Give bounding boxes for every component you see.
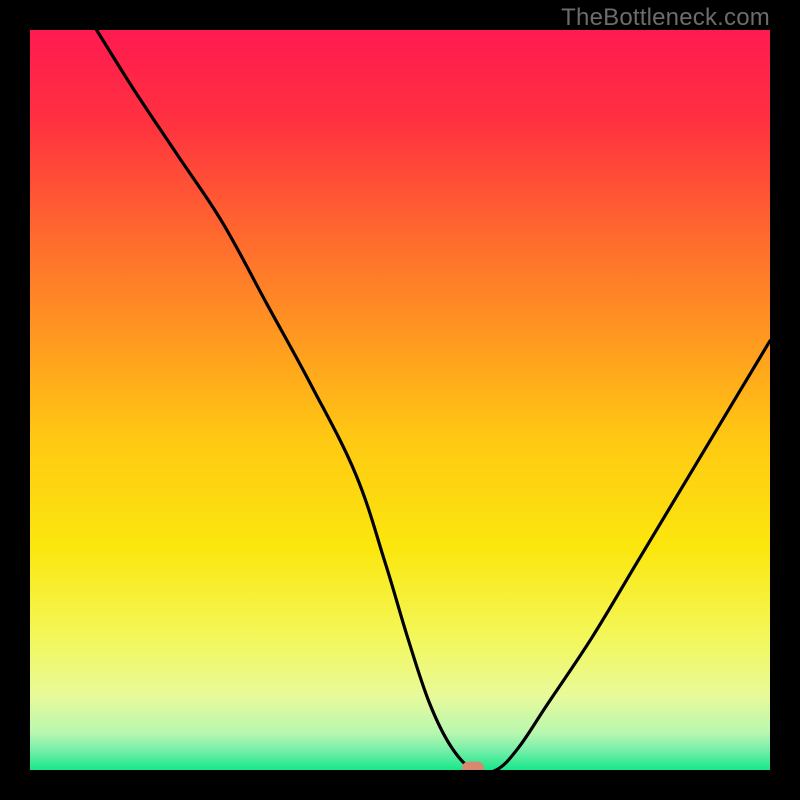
chart-frame: TheBottleneck.com [0, 0, 800, 800]
bottleneck-curve [30, 30, 770, 770]
plot-area [30, 30, 770, 770]
optimum-marker [462, 761, 484, 770]
watermark-text: TheBottleneck.com [561, 4, 770, 32]
